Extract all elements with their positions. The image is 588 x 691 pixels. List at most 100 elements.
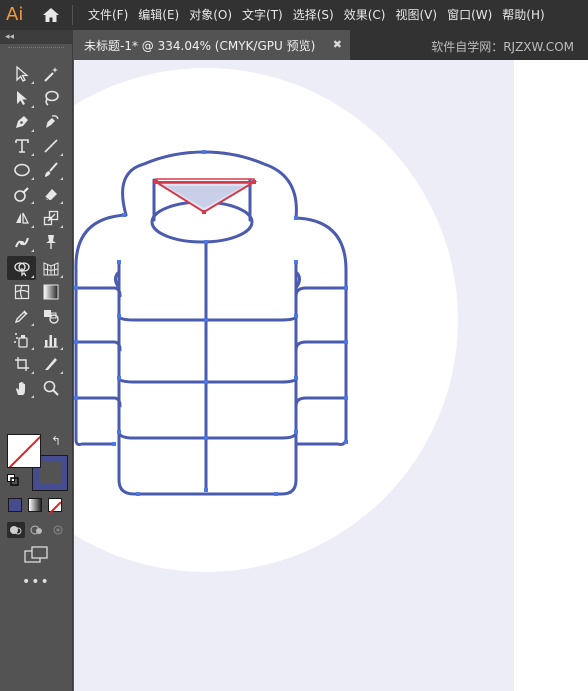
home-icon [43,8,59,22]
document-tab-bar: 未标题-1* @ 334.04% (CMYK/GPU 预览) ✖ 软件自学网：R… [74,30,588,60]
selection-tool[interactable] [7,62,36,86]
draw-inside-icon [53,525,63,535]
symbol-sprayer-tool-icon [13,333,28,348]
tool-row [7,158,65,182]
ellipse-tool[interactable] [7,158,36,182]
puppet-warp-tool[interactable] [7,230,36,254]
menu-view[interactable]: 视图(V) [390,0,442,30]
document-tab[interactable]: 未标题-1* @ 334.04% (CMYK/GPU 预览) ✖ [74,30,350,60]
draw-mode-row [7,522,67,538]
perspective-grid-tool[interactable] [36,256,65,280]
pasteboard[interactable] [514,60,588,691]
selection-tool-icon [15,65,29,82]
tool-row [7,304,65,328]
direct-selection-tool-icon [16,91,27,105]
direct-selection-tool[interactable] [7,86,36,110]
eraser-tool[interactable] [36,182,65,206]
menu-bar: Ai 文件(F) 编辑(E) 对象(O) 文字(T) 选择(S) 效果(C) 视… [0,0,588,30]
menu-separator [72,5,73,25]
draw-normal-button[interactable] [7,522,25,538]
curvature-tool-icon [45,115,59,128]
tools-panel: ◂◂ ↰ ••• [0,30,73,691]
fill-swatch[interactable] [7,434,41,468]
draw-behind-button[interactable] [28,522,46,538]
screen-mode-icon[interactable] [24,546,48,564]
type-tool[interactable] [7,134,36,158]
column-graph-tool-icon [43,335,58,348]
curvature-tool[interactable] [36,110,65,134]
draw-normal-icon [10,526,22,535]
draw-behind-icon [30,525,42,535]
slice-tool-icon [44,358,57,370]
mesh-tool-icon [14,284,29,300]
slice-tool[interactable] [36,352,65,376]
pin-tool[interactable] [36,230,65,254]
tool-row [7,280,65,304]
column-graph-tool[interactable] [36,328,65,352]
app-logo: Ai [6,4,24,25]
gradient-tool[interactable] [36,280,65,304]
swap-fill-stroke-icon[interactable]: ↰ [51,434,61,448]
artboard[interactable] [74,60,514,691]
ellipse-tool-icon [13,163,30,177]
shaper-tool-icon [13,187,29,202]
document-tab-title: 未标题-1* @ 334.04% (CMYK/GPU 预览) [84,38,316,53]
mesh-tool[interactable] [7,280,36,304]
tool-row [7,328,65,352]
tool-row [7,376,65,400]
menu-window[interactable]: 窗口(W) [442,0,497,30]
tool-row [7,62,65,86]
lasso-tool-icon [44,90,59,106]
hand-tool-icon [15,382,25,395]
more-tools-button[interactable]: ••• [22,574,50,590]
blend-tool[interactable] [36,304,65,328]
canvas[interactable] [74,60,588,691]
line-segment-tool[interactable] [36,134,65,158]
tool-row [7,256,65,280]
lasso-tool[interactable] [36,86,65,110]
color-mode-button[interactable] [8,498,22,512]
default-fill-stroke-icon[interactable] [7,474,19,486]
close-icon[interactable]: ✖ [333,38,342,51]
tool-row [7,134,65,158]
zoom-tool[interactable] [36,376,65,400]
paintbrush-tool[interactable] [36,158,65,182]
none-fill-icon [8,435,40,467]
home-button[interactable] [36,0,66,30]
menu-help[interactable]: 帮助(H) [497,0,549,30]
artboard-tool[interactable] [7,352,36,376]
eyedropper-tool[interactable] [7,304,36,328]
reflect-tool-icon [15,212,29,224]
draw-inside-button[interactable] [49,522,67,538]
menu-edit[interactable]: 编辑(E) [133,0,184,30]
shape-builder-tool-icon [13,262,30,277]
paintbrush-tool-icon [44,162,58,177]
menu-type[interactable]: 文字(T) [237,0,288,30]
fill-stroke-control: ↰ [7,434,68,494]
color-mode-row [8,498,62,515]
menu-effect[interactable]: 效果(C) [339,0,391,30]
symbol-sprayer-tool[interactable] [7,328,36,352]
tool-row [7,110,65,134]
reflect-tool[interactable] [7,206,36,230]
magic-wand-tool[interactable] [36,62,65,86]
hand-tool[interactable] [7,376,36,400]
menu-select[interactable]: 选择(S) [288,0,339,30]
menu-object[interactable]: 对象(O) [184,0,237,30]
tool-row [7,352,65,376]
shape-builder-tool[interactable] [7,256,36,280]
scale-tool-icon [43,210,58,226]
watermark-text: 软件自学网：RJZXW.COM [431,40,574,54]
tool-row [7,182,65,206]
tools-panel-grip[interactable] [8,47,64,55]
gradient-mode-button[interactable] [28,498,42,512]
magic-wand-tool-icon [43,67,58,82]
pen-tool[interactable] [7,110,36,134]
scale-tool[interactable] [36,206,65,230]
none-mode-button[interactable] [48,498,62,515]
tool-row [7,206,65,230]
shaper-tool[interactable] [7,182,36,206]
tools-panel-collapse-button[interactable]: ◂◂ [0,30,72,44]
menu-file[interactable]: 文件(F) [83,0,133,30]
pin-icon [45,235,56,249]
